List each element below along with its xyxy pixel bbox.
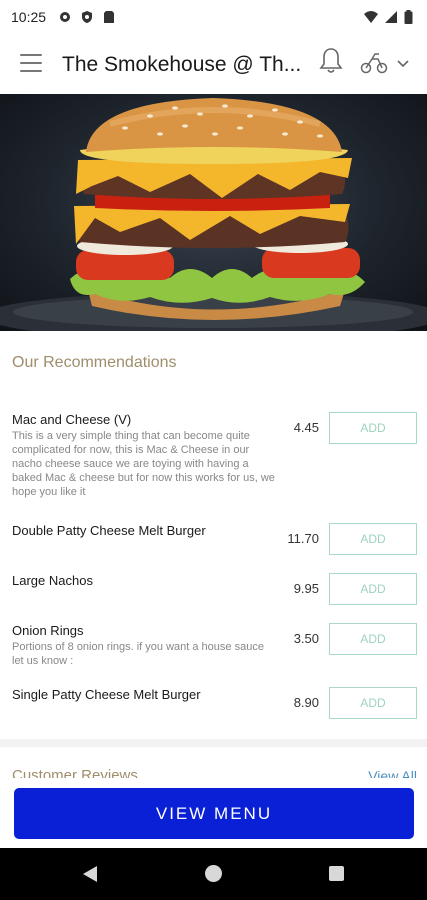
app-bar: The Smokehouse @ Th... [0, 36, 427, 94]
scooter-icon[interactable] [360, 51, 388, 75]
add-button[interactable]: ADD [329, 687, 417, 719]
battery-icon [404, 10, 413, 24]
item-name: Onion Rings [12, 623, 84, 638]
item-description: Portions of 8 onion rings. if you want a… [12, 641, 264, 667]
status-icons-right [364, 10, 413, 24]
recommendations-title: Our Recommendations [12, 354, 177, 371]
add-button[interactable]: ADD [329, 623, 417, 655]
burger-photo [0, 94, 427, 331]
item-name: Single Patty Cheese Melt Burger [12, 687, 201, 702]
back-icon[interactable] [82, 865, 98, 883]
shield-icon [82, 11, 92, 23]
gear-icon [60, 12, 70, 22]
burger-illustration [0, 98, 427, 331]
add-button[interactable]: ADD [329, 523, 417, 555]
item-name: Large Nachos [12, 573, 93, 588]
chevron-down-icon[interactable] [396, 57, 410, 71]
status-time: 10:25 [11, 9, 47, 25]
item-price: 8.90 [293, 695, 319, 710]
add-button[interactable]: ADD [329, 573, 417, 605]
view-menu-bar: VIEW MENU [0, 778, 427, 848]
recents-icon[interactable] [329, 866, 344, 881]
home-icon[interactable] [205, 865, 222, 882]
view-menu-button[interactable]: VIEW MENU [14, 788, 414, 839]
item-name: Double Patty Cheese Melt Burger [12, 523, 206, 538]
add-button[interactable]: ADD [329, 412, 417, 444]
menu-icon[interactable] [20, 54, 42, 72]
sim-icon [104, 11, 114, 23]
section-divider [0, 739, 427, 747]
item-price: 9.95 [293, 581, 319, 596]
item-price: 4.45 [293, 420, 319, 435]
item-description: This is a very simple thing that can bec… [12, 430, 275, 498]
bell-icon[interactable] [318, 47, 344, 75]
signal-icon [385, 11, 397, 23]
system-nav-bar [0, 848, 427, 900]
item-price: 11.70 [287, 531, 319, 546]
status-icons-left [58, 10, 116, 24]
status-bar: 10:25 [0, 0, 427, 36]
wifi-icon [364, 11, 378, 23]
item-price: 3.50 [293, 631, 319, 646]
restaurant-title: The Smokehouse @ Th... [62, 53, 302, 76]
item-name: Mac and Cheese (V) [12, 412, 132, 427]
